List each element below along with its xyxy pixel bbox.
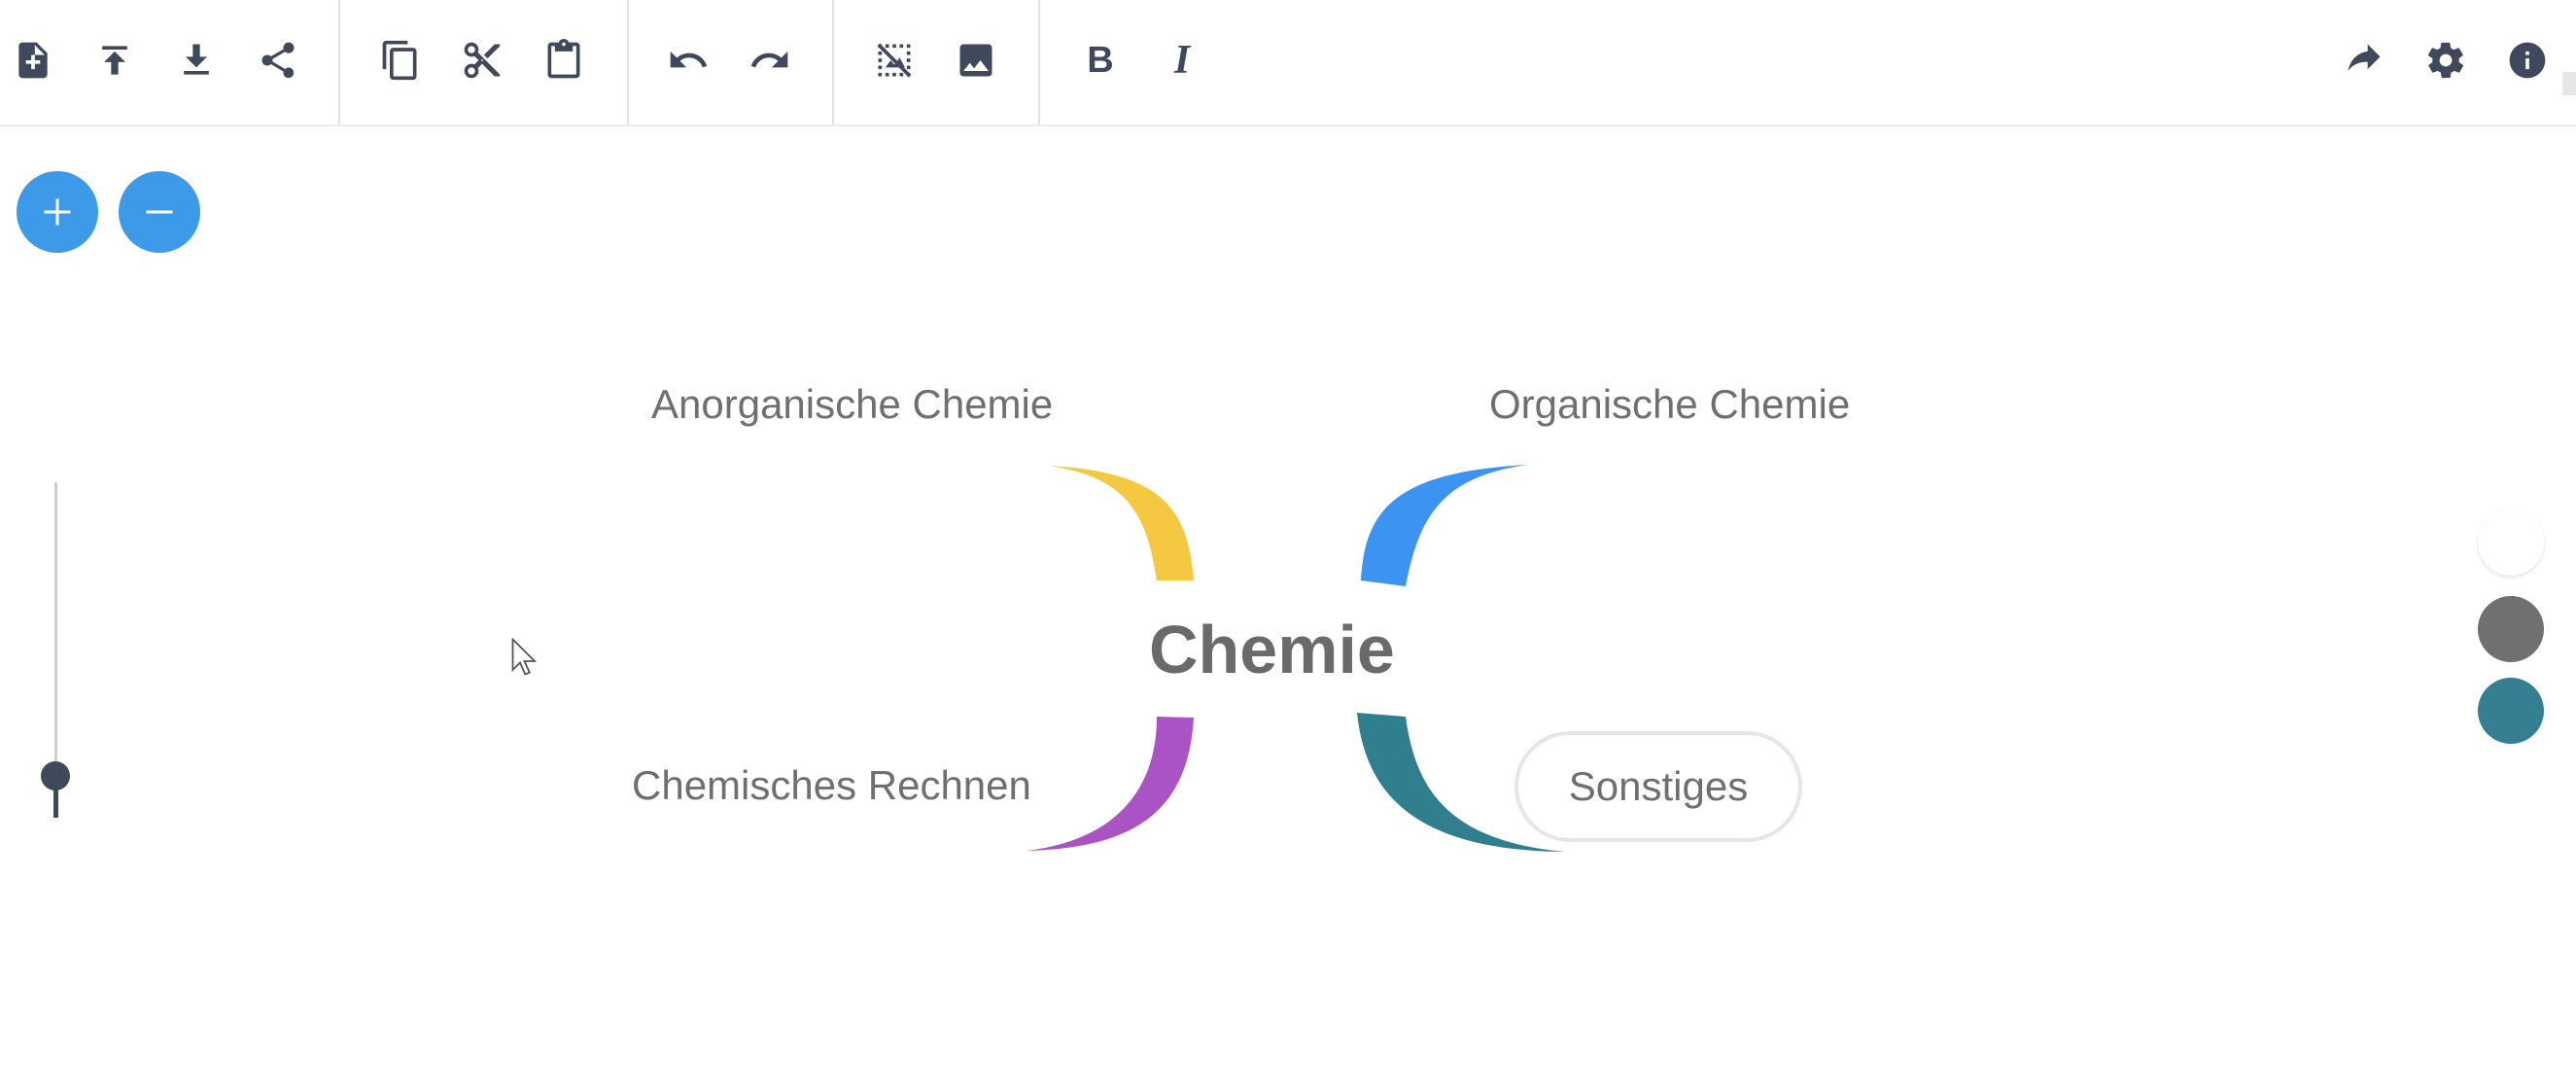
color-swatch-white[interactable]	[2478, 509, 2544, 576]
color-swatch-teal[interactable]	[2478, 678, 2544, 744]
branch-organische-chemie	[1361, 465, 1528, 586]
node-sonstiges-label: Sonstiges	[1568, 763, 1749, 809]
branch-anorganische-chemie	[1048, 466, 1194, 580]
root-node[interactable]: Chemie	[1149, 611, 1395, 688]
branch-chemisches-rechnen	[1027, 717, 1194, 851]
node-sonstiges[interactable]: Sonstiges	[1514, 731, 1802, 842]
color-swatch-gray[interactable]	[2478, 596, 2544, 662]
mouse-cursor-icon	[511, 638, 538, 676]
node-chemisches-rechnen[interactable]: Chemisches Rechnen	[632, 762, 1031, 809]
node-organische-chemie[interactable]: Organische Chemie	[1489, 381, 1850, 428]
node-anorganische-chemie[interactable]: Anorganische Chemie	[651, 381, 1053, 428]
mindmap-canvas	[1027, 465, 1565, 852]
